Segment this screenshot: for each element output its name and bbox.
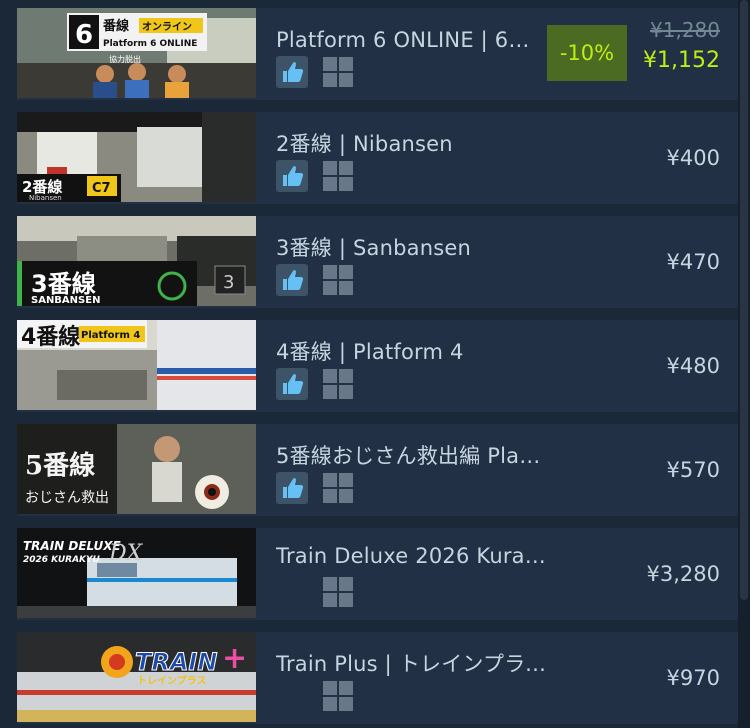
- thumb-tag: DX: [108, 541, 144, 566]
- game-title[interactable]: Platform 6 ONLINE | 6番線オンライン: [276, 24, 546, 54]
- thumb-heading: 番線: [102, 18, 130, 34]
- thumbs-up-icon: [276, 264, 308, 296]
- thumbs-up-icon: [276, 472, 308, 504]
- windows-icon: [323, 681, 355, 713]
- thumb-tag: C7: [92, 181, 111, 196]
- thumb-heading: TRAIN DELUXE: [23, 539, 122, 553]
- thumb-heading: 3番線: [31, 270, 96, 298]
- game-capsule-image[interactable]: TRAIN DELUXE 2026 KURAKYU DX: [17, 528, 256, 618]
- thumb-caption: Platform 6 ONLINE: [103, 39, 197, 49]
- windows-icon: [323, 369, 355, 401]
- price: ¥470: [666, 250, 720, 274]
- store-item-row[interactable]: 5番線 おじさん救出 5番線おじさん救出編 Platform 5 ¥570: [17, 424, 738, 516]
- store-item-row[interactable]: TRAIN DELUXE 2026 KURAKYU DX Train Delux…: [17, 528, 738, 620]
- thumb-footer: 協力脱出: [109, 54, 141, 64]
- thumb-caption: 2026 KURAKYU: [23, 555, 101, 565]
- price: ¥3,280: [646, 562, 720, 586]
- final-price: ¥1,152: [643, 48, 720, 73]
- thumb-caption: おじさん救出: [25, 490, 109, 506]
- game-capsule-image[interactable]: 3番線 SANBANSEN 3: [17, 216, 256, 306]
- thumbs-up-icon: [276, 368, 308, 400]
- discount-badge: -10%: [547, 25, 627, 81]
- store-item-row[interactable]: 3番線 SANBANSEN 3 3番線 | Sanbansen ¥470: [17, 216, 738, 308]
- thumb-tag: Platform 4: [81, 330, 140, 341]
- store-item-row[interactable]: 4番線 Platform 4 4番線 | Platform 4 ¥480: [17, 320, 738, 412]
- game-title[interactable]: Train Plus | トレインプラス: [276, 648, 546, 678]
- thumb-caption: トレインプラス: [137, 674, 207, 687]
- game-title[interactable]: 3番線 | Sanbansen: [276, 232, 471, 262]
- scrollbar-thumb[interactable]: [740, 0, 748, 600]
- store-results-list: 6 番線 オンライン Platform 6 ONLINE 協力脱出 Platfo…: [0, 0, 738, 728]
- game-title[interactable]: Train Deluxe 2026 Kurakyu: [276, 544, 546, 568]
- thumb-heading: TRAIN: [135, 648, 217, 676]
- price: ¥570: [666, 458, 720, 482]
- windows-icon: [323, 473, 355, 505]
- windows-icon: [323, 577, 355, 609]
- game-title[interactable]: 2番線 | Nibansen: [276, 128, 453, 158]
- game-capsule-image[interactable]: 6 番線 オンライン Platform 6 ONLINE 協力脱出: [17, 8, 256, 98]
- price: ¥400: [666, 146, 720, 170]
- windows-icon: [323, 265, 355, 297]
- thumb-caption: SANBANSEN: [31, 295, 100, 306]
- vertical-scrollbar[interactable]: [738, 0, 750, 728]
- store-item-row[interactable]: 2番線 Nibansen C7 2番線 | Nibansen ¥400: [17, 112, 738, 204]
- thumbs-up-icon: [276, 160, 308, 192]
- thumb-heading: 4番線: [21, 324, 80, 350]
- thumb-tag: +: [222, 641, 247, 676]
- game-capsule-image[interactable]: 5番線 おじさん救出: [17, 424, 256, 514]
- thumb-tag: 3: [223, 272, 234, 293]
- store-item-row[interactable]: 6 番線 オンライン Platform 6 ONLINE 協力脱出 Platfo…: [17, 8, 738, 100]
- price: ¥970: [666, 666, 720, 690]
- thumb-caption: Nibansen: [29, 194, 62, 202]
- thumb-badge: 6: [75, 20, 93, 50]
- thumb-sub: オンライン: [142, 21, 192, 33]
- thumb-heading: 5番線: [25, 450, 95, 481]
- price: ¥480: [666, 354, 720, 378]
- windows-icon: [323, 161, 355, 193]
- windows-icon: [323, 57, 355, 89]
- original-price: ¥1,280: [650, 18, 720, 42]
- game-title[interactable]: 5番線おじさん救出編 Platform 5: [276, 440, 546, 470]
- game-capsule-image[interactable]: TRAIN + トレインプラス: [17, 632, 256, 722]
- store-item-row[interactable]: TRAIN + トレインプラス Train Plus | トレインプラス ¥97…: [17, 632, 738, 724]
- game-title[interactable]: 4番線 | Platform 4: [276, 336, 464, 366]
- thumbs-up-icon: [276, 56, 308, 88]
- game-capsule-image[interactable]: 2番線 Nibansen C7: [17, 112, 256, 202]
- game-capsule-image[interactable]: 4番線 Platform 4: [17, 320, 256, 410]
